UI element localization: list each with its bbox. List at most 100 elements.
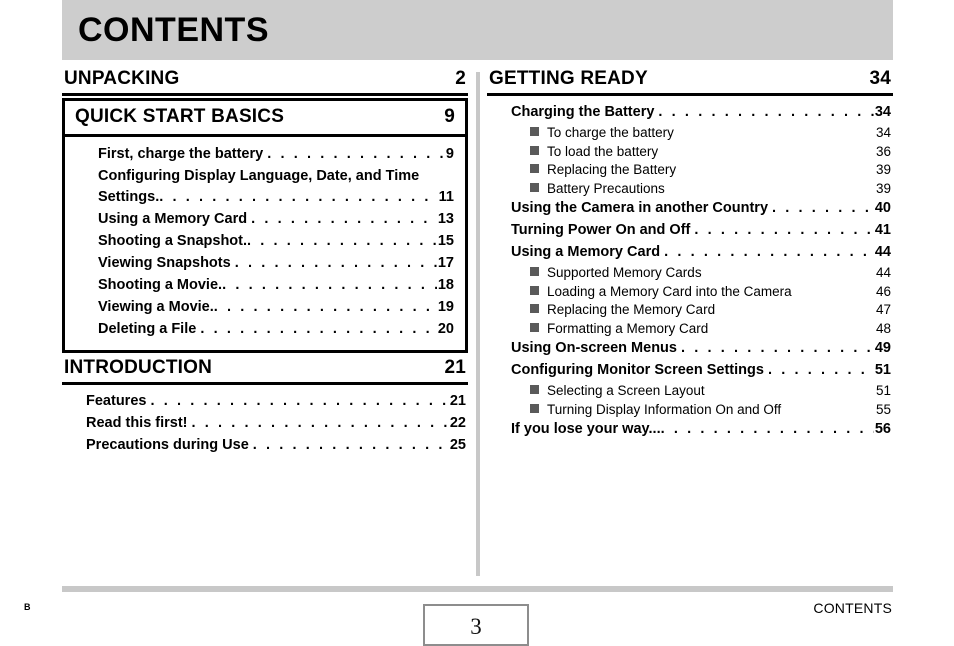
square-bullet-icon: [530, 182, 539, 192]
toc-entry-page: 34: [874, 104, 891, 120]
toc-section-title: UNPACKING: [64, 68, 180, 89]
toc-entry[interactable]: Configuring Display Language, Date, and …: [76, 166, 454, 208]
toc-subentry-label: Turning Display Information On and Off: [547, 401, 782, 417]
toc-subentry-page: 51: [875, 383, 891, 398]
toc-entry[interactable]: Viewing Snapshots. . . . . . . . . . . .…: [76, 253, 454, 274]
toc-entry-label: Using On-screen Menus: [511, 340, 677, 356]
toc-subentry-label: To load the battery: [547, 143, 659, 159]
dot-leader: . . . . . . . . . . . . . . . . . . . . …: [150, 393, 449, 409]
toc-entry-page: 49: [874, 340, 891, 356]
toc-entry-page: 11: [438, 189, 454, 205]
toc-entry-page: 13: [437, 211, 454, 227]
toc-entry-label: Features: [86, 393, 147, 409]
toc-entry-label: Viewing a Movie.: [98, 299, 214, 315]
dot-leader: . . . . . . . . . . . . . . . . . . . . …: [772, 200, 874, 216]
square-bullet-icon: [530, 403, 539, 413]
toc-entry-page: 25: [449, 437, 466, 453]
footer-left-mark: B: [24, 602, 31, 612]
toc-entry-label: Configuring Monitor Screen Settings: [511, 362, 764, 378]
dot-leader: . . . . . . . . . . . . . . . . . . . . …: [200, 321, 437, 337]
toc-entry[interactable]: Shooting a Movie.. . . . . . . . . . . .…: [76, 275, 454, 296]
toc-subentry[interactable]: Selecting a Screen Layout 51: [489, 382, 891, 401]
toc-entry[interactable]: Deleting a File. . . . . . . . . . . . .…: [76, 319, 454, 340]
square-bullet-icon: [530, 127, 539, 136]
toc-entry[interactable]: Using a Memory Card. . . . . . . . . . .…: [489, 242, 891, 263]
toc-subentry-label: Formatting a Memory Card: [547, 320, 709, 336]
dot-leader: . . . . . . . . . . . . . . . . . . . . …: [664, 244, 874, 260]
toc-entry-label: Using a Memory Card: [98, 211, 248, 227]
toc-section-page: 9: [444, 106, 455, 127]
dot-leader: . . . . . . . . . . . . . . . . . . . . …: [247, 233, 437, 249]
toc-subentry-label: Selecting a Screen Layout: [547, 383, 705, 398]
toc-section-unpacking: UNPACKING 2: [62, 66, 468, 96]
toc-subentry-label: Replacing the Battery: [547, 162, 677, 177]
toc-section-introduction: INTRODUCTION 21 Features. . . . . . . . . …: [62, 355, 468, 465]
toc-entry-page: 20: [437, 321, 454, 337]
toc-subentry[interactable]: To load the battery 36: [489, 143, 891, 162]
dot-leader: . . . . . . . . . . . . . . . . . . . . …: [694, 222, 874, 238]
toc-subentry[interactable]: Loading a Memory Card into the Camera 46: [489, 283, 891, 302]
toc-entry-label: Configuring Display Language, Date, and …: [98, 168, 420, 184]
dot-leader: . . . . . . . . . . . . . . . . . . . . …: [191, 415, 449, 431]
toc-entry[interactable]: If you lose your way.... . . . . . . . .…: [489, 419, 891, 440]
dot-leader: . . . . . . . . . . . . . . . . . . . . …: [234, 255, 437, 271]
toc-column-right: GETTING READY 34 Charging the Battery. . .…: [487, 66, 893, 451]
toc-entry-label: Deleting a File: [98, 321, 197, 337]
toc-entry-label: Read this first!: [86, 415, 188, 431]
toc-section-header[interactable]: GETTING READY 34: [487, 66, 893, 96]
toc-entry[interactable]: Using the Camera in another Country. . .…: [489, 198, 891, 219]
toc-subentry-page: 48: [875, 320, 891, 336]
dot-leader: . . . . . . . . . . . . . . . . . . . . …: [159, 189, 437, 205]
toc-entry[interactable]: Using On-screen Menus. . . . . . . . . .…: [489, 338, 891, 359]
toc-entry[interactable]: First, charge the battery. . . . . . . .…: [76, 144, 454, 165]
square-bullet-icon: [530, 267, 539, 276]
toc-subentry[interactable]: Replacing the Memory Card 47: [489, 301, 891, 320]
toc-subentry-page: 39: [875, 180, 891, 196]
toc-entry-label: First, charge the battery: [98, 146, 264, 162]
toc-entry[interactable]: Features. . . . . . . . . . . . . . . . …: [64, 391, 466, 412]
toc-columns: UNPACKING 2 QUICK START BASICS 9 First, char…: [0, 66, 954, 576]
toc-entry-page: 19: [437, 299, 454, 315]
toc-section-page: 21: [444, 357, 466, 378]
toc-entry[interactable]: Viewing a Movie.. . . . . . . . . . . . …: [76, 297, 454, 318]
toc-subentry[interactable]: Formatting a Memory Card 48: [489, 320, 891, 339]
toc-entry[interactable]: Turning Power On and Off. . . . . . . . …: [489, 220, 891, 241]
toc-entry-label: Viewing Snapshots: [98, 255, 231, 271]
toc-entry-label: Precautions during Use: [86, 437, 249, 453]
toc-section-header[interactable]: QUICK START BASICS 9: [65, 101, 465, 137]
dot-leader: . . . . . . . . . . . . . . . . . . . . …: [767, 362, 874, 378]
toc-entry-label: Shooting a Movie.: [98, 277, 223, 293]
toc-section-title: INTRODUCTION: [64, 357, 213, 378]
toc-subentry-label: Replacing the Memory Card: [547, 302, 716, 317]
toc-entry[interactable]: Configuring Monitor Screen Settings. . .…: [489, 360, 891, 381]
toc-entry[interactable]: Using a Memory Card. . . . . . . . . . .…: [76, 209, 454, 230]
toc-column-left: UNPACKING 2 QUICK START BASICS 9 First, char…: [62, 66, 468, 467]
toc-entry[interactable]: Charging the Battery. . . . . . . . . . …: [489, 102, 891, 123]
toc-section-page: 34: [869, 68, 891, 89]
toc-section-header[interactable]: UNPACKING 2: [62, 66, 468, 96]
toc-entry-page: 51: [874, 362, 891, 378]
toc-entry-page: 21: [449, 393, 466, 409]
toc-subentry-page: 34: [875, 125, 891, 140]
toc-entry[interactable]: Precautions during Use. . . . . . . . . …: [64, 435, 466, 456]
dot-leader: . . . . . . . . . . . . . . . . . . . . …: [222, 277, 437, 293]
toc-entry[interactable]: Shooting a Snapshot.. . . . . . . . . . …: [76, 231, 454, 252]
toc-entry-page: 15: [437, 233, 454, 249]
toc-subentry[interactable]: To charge the battery 34: [489, 124, 891, 143]
dot-leader: . . . . . . . . . . . . . . . . . . . . …: [660, 421, 874, 437]
toc-subentry[interactable]: Replacing the Battery 39: [489, 161, 891, 180]
toc-entry[interactable]: Read this first!. . . . . . . . . . . . …: [64, 413, 466, 434]
column-divider: [476, 72, 480, 576]
toc-section-header[interactable]: INTRODUCTION 21: [62, 355, 468, 385]
toc-subentry[interactable]: Supported Memory Cards 44: [489, 264, 891, 283]
toc-subentry-label: Battery Precautions: [547, 180, 665, 196]
toc-subentry-label: Loading a Memory Card into the Camera: [547, 283, 792, 299]
toc-section-getting-ready: GETTING READY 34 Charging the Battery. . .…: [487, 66, 893, 449]
toc-subentry[interactable]: Battery Precautions 39: [489, 180, 891, 199]
toc-subentry[interactable]: Turning Display Information On and Off 55: [489, 401, 891, 420]
toc-subentry-label: Supported Memory Cards: [547, 265, 702, 280]
toc-entry-list: First, charge the battery . . . . . . . .…: [65, 137, 465, 350]
toc-entry-page: 17: [437, 255, 454, 271]
toc-entry-page: 22: [449, 415, 466, 431]
square-bullet-icon: [530, 322, 539, 332]
